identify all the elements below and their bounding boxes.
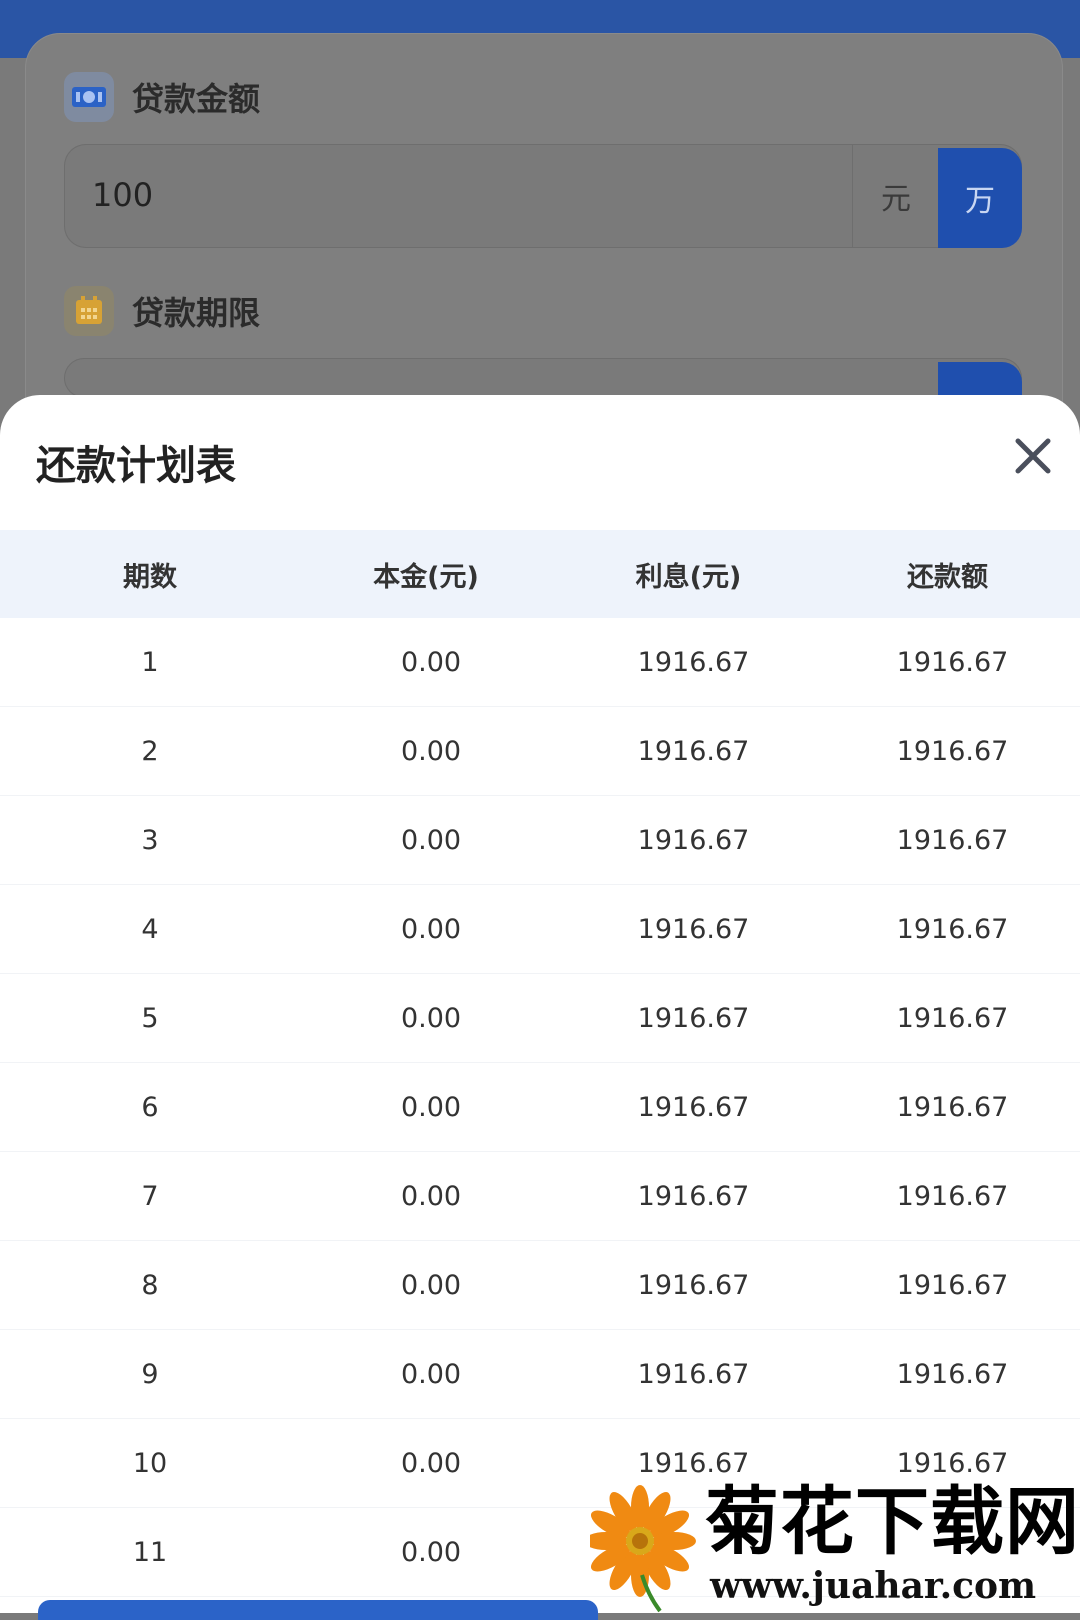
cell-period: 8 [141, 1269, 159, 1301]
cell-interest: 1916.67 [637, 913, 750, 945]
table-body: 1 0.00 1916.67 1916.67 2 0.00 1916.67 19… [0, 618, 1080, 1597]
watermark-url: www.juahar.com [710, 1565, 1037, 1607]
cell-period: 5 [141, 1002, 159, 1034]
loan-amount-input[interactable]: 100 [92, 176, 153, 214]
watermark-title: 菊花下载网 [705, 1479, 1080, 1565]
cell-interest: 1916.67 [637, 1269, 750, 1301]
money-icon [64, 72, 114, 122]
loan-term-header: 贷款期限 [64, 286, 260, 336]
cell-payment: 1916.67 [896, 1180, 1009, 1212]
column-header-payment: 还款额 [907, 561, 988, 593]
cell-period: 3 [141, 824, 159, 856]
cell-principal: 0.00 [400, 1091, 462, 1123]
repayment-plan-sheet: 还款计划表 期数 本金(元) 利息(元) 还款额 1 0.00 1916.67 … [0, 395, 1080, 1613]
table-row: 4 0.00 1916.67 1916.67 [0, 885, 1080, 974]
cell-principal: 0.00 [400, 646, 462, 678]
sheet-title: 还款计划表 [36, 443, 236, 489]
cell-payment: 1916.67 [896, 735, 1009, 767]
cell-interest: 1916.67 [637, 1358, 750, 1390]
cell-payment: 1916.67 [896, 1091, 1009, 1123]
cell-period: 9 [141, 1358, 159, 1390]
cell-period: 2 [141, 735, 159, 767]
column-header-period: 期数 [123, 561, 177, 593]
cell-interest: 1916.67 [637, 824, 750, 856]
loan-amount-input-group: 100 元 万 [64, 144, 1022, 248]
table-row: 7 0.00 1916.67 1916.67 [0, 1152, 1080, 1241]
bottom-action-button[interactable] [38, 1600, 598, 1620]
cell-interest: 1916.67 [637, 735, 750, 767]
cell-payment: 1916.67 [896, 1447, 1009, 1479]
cell-period: 4 [141, 913, 159, 945]
cell-principal: 0.00 [400, 1536, 462, 1568]
cell-payment: 1916.67 [896, 913, 1009, 945]
unit-yuan-button[interactable]: 元 [852, 144, 939, 248]
table-header: 期数 本金(元) 利息(元) 还款额 [0, 530, 1080, 618]
cell-principal: 0.00 [400, 913, 462, 945]
close-icon[interactable] [1010, 433, 1056, 479]
watermark: 菊花下载网 www.juahar.com [590, 1483, 1080, 1613]
cell-principal: 0.00 [400, 1358, 462, 1390]
cell-payment: 1916.67 [896, 646, 1009, 678]
table-row: 1 0.00 1916.67 1916.67 [0, 618, 1080, 707]
table-row: 9 0.00 1916.67 1916.67 [0, 1330, 1080, 1419]
loan-amount-header: 贷款金额 [64, 72, 260, 122]
table-row: 5 0.00 1916.67 1916.67 [0, 974, 1080, 1063]
cell-interest: 1916.67 [637, 646, 750, 678]
cell-payment: 1916.67 [896, 824, 1009, 856]
table-row: 2 0.00 1916.67 1916.67 [0, 707, 1080, 796]
loan-term-label: 贷款期限 [132, 294, 261, 332]
cell-interest: 1916.67 [637, 1180, 750, 1212]
table-row: 8 0.00 1916.67 1916.67 [0, 1241, 1080, 1330]
cell-principal: 0.00 [400, 735, 462, 767]
term-unit-button[interactable] [938, 362, 1022, 398]
cell-principal: 0.00 [400, 824, 462, 856]
loan-term-input-group [64, 358, 1022, 398]
cell-interest: 1916.67 [637, 1091, 750, 1123]
cell-payment: 1916.67 [896, 1269, 1009, 1301]
table-row: 6 0.00 1916.67 1916.67 [0, 1063, 1080, 1152]
cell-payment: 1916.67 [896, 1358, 1009, 1390]
cell-interest: 1916.67 [637, 1447, 750, 1479]
cell-principal: 0.00 [400, 1269, 462, 1301]
unit-wan-button[interactable]: 万 [938, 148, 1022, 248]
cell-period: 6 [141, 1091, 159, 1123]
cell-interest: 1916.67 [637, 1002, 750, 1034]
cell-principal: 0.00 [400, 1447, 462, 1479]
cell-payment: 1916.67 [896, 1002, 1009, 1034]
cell-period: 10 [132, 1447, 168, 1479]
cell-principal: 0.00 [400, 1180, 462, 1212]
cell-principal: 0.00 [400, 1002, 462, 1034]
loan-amount-label: 贷款金额 [132, 80, 261, 118]
cell-period: 1 [141, 646, 159, 678]
cell-period: 7 [141, 1180, 159, 1212]
flower-logo-icon [590, 1485, 696, 1613]
table-row: 3 0.00 1916.67 1916.67 [0, 796, 1080, 885]
cell-period: 11 [132, 1536, 168, 1568]
column-header-interest: 利息(元) [635, 561, 742, 593]
column-header-principal: 本金(元) [373, 561, 479, 593]
calendar-icon [64, 286, 114, 336]
